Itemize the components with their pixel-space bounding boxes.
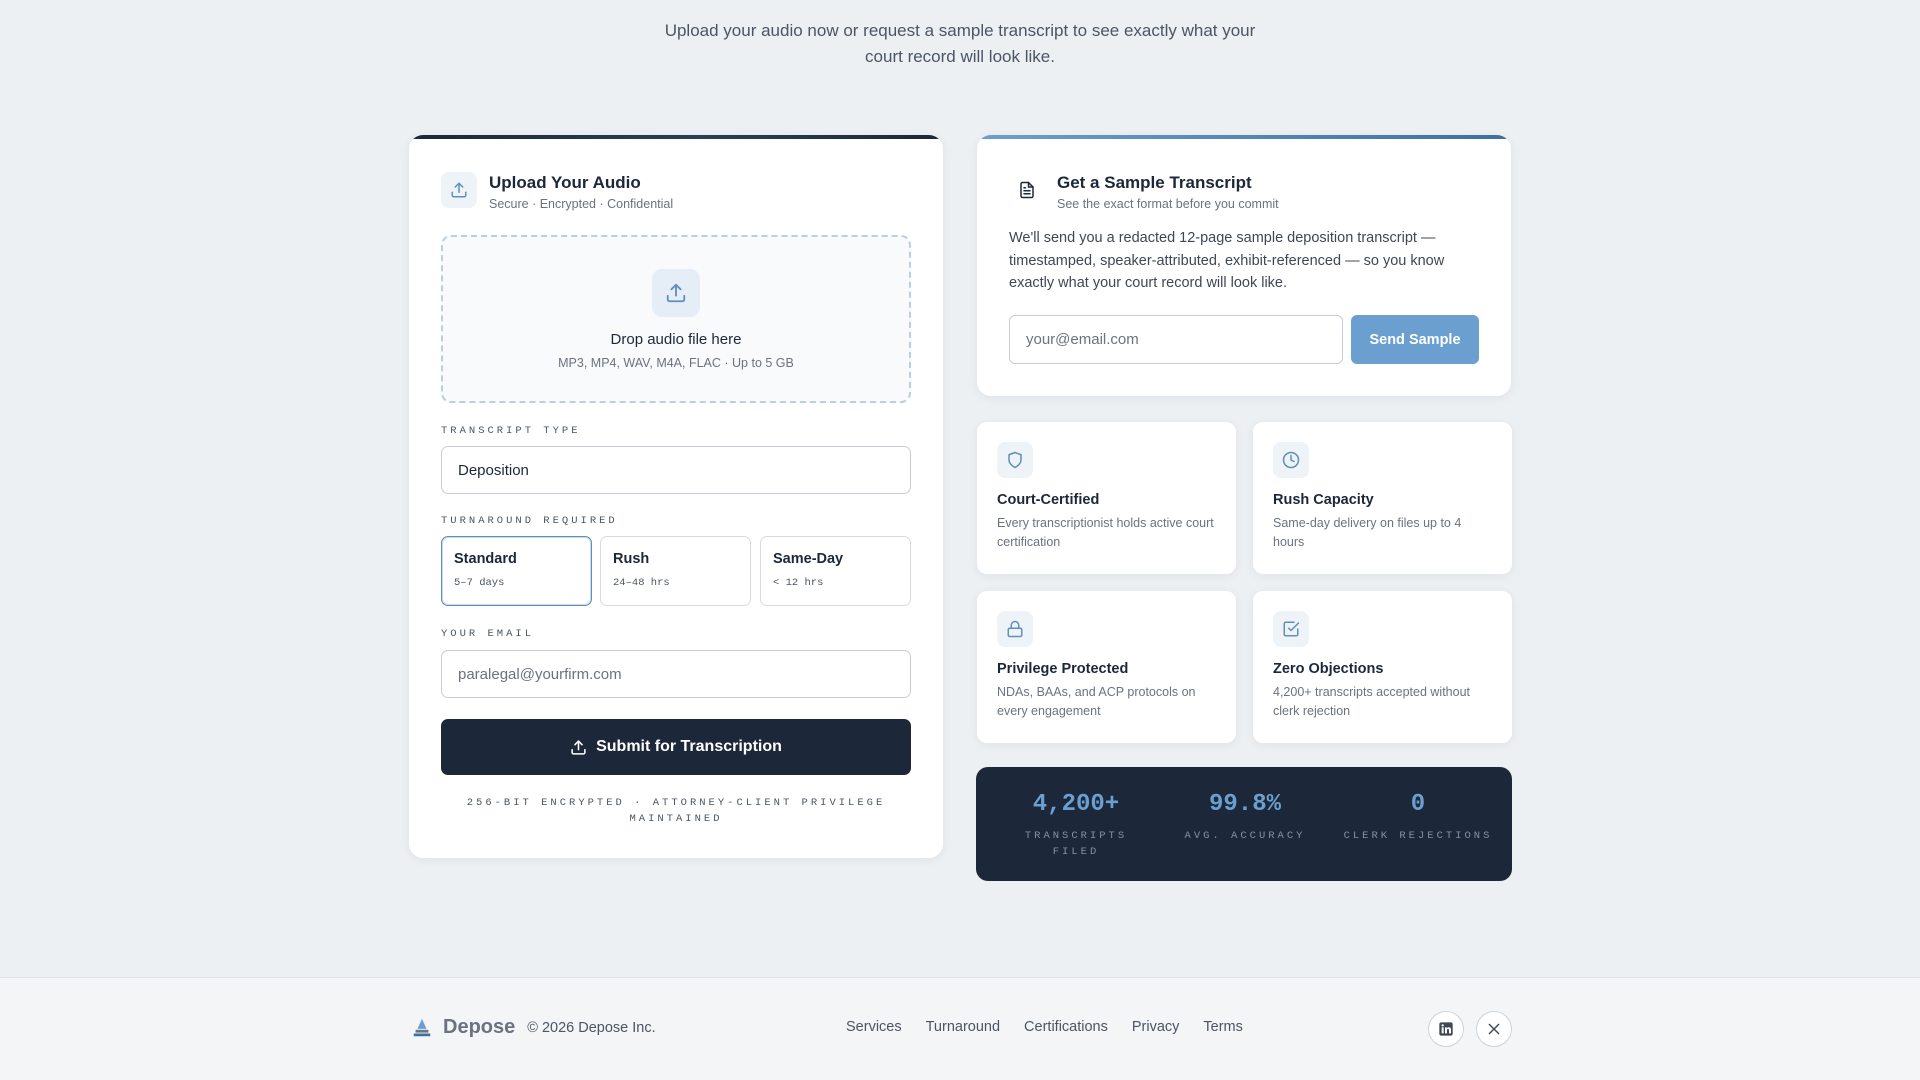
sample-subtitle: See the exact format before you commit	[1057, 197, 1279, 211]
stat-transcripts: 4,200+ TRANSCRIPTS FILED	[1001, 791, 1151, 860]
upload-header: Upload Your Audio Secure · Encrypted · C…	[441, 172, 673, 211]
security-note: 256-BIT ENCRYPTED · ATTORNEY-CLIENT PRIV…	[466, 797, 886, 825]
stat-label: CLERK REJECTIONS	[1343, 830, 1493, 842]
audio-dropzone[interactable]: Drop audio file here MP3, MP4, WAV, M4A,…	[441, 235, 911, 403]
submit-label: Submit for Transcription	[596, 738, 782, 755]
site-footer: Depose © 2026 Depose Inc. Services Turna…	[0, 977, 1920, 1080]
check-square-icon	[1273, 611, 1309, 647]
footer-nav: Services Turnaround Certifications Priva…	[846, 1019, 1267, 1035]
feature-title: Rush Capacity	[1273, 492, 1374, 508]
intro-line-2: court record will look like.	[865, 47, 1055, 66]
stat-value: 99.8%	[1208, 791, 1281, 818]
stat-label: TRANSCRIPTS FILED	[1024, 830, 1128, 858]
turnaround-option-same-day[interactable]: Same-Day < 12 hrs	[760, 536, 911, 606]
clock-icon	[1273, 442, 1309, 478]
transcript-type-select[interactable]: Deposition	[441, 446, 911, 494]
stat-accuracy: 99.8% AVG. ACCURACY	[1160, 791, 1330, 844]
document-icon	[1009, 172, 1045, 208]
turnaround-time: 24–48 hrs	[613, 577, 670, 589]
feature-description: Same-day delivery on files up to 4 hours	[1273, 516, 1462, 549]
submit-button[interactable]: Submit for Transcription	[441, 719, 911, 775]
stats-banner: 4,200+ TRANSCRIPTS FILED 99.8% AVG. ACCU…	[976, 767, 1512, 881]
stat-rejections: 0 CLERK REJECTIONS	[1328, 791, 1508, 844]
dropzone-formats: MP3, MP4, WAV, M4A, FLAC · Up to 5 GB	[558, 356, 794, 370]
copyright: © 2026 Depose Inc.	[527, 1019, 656, 1036]
upload-title: Upload Your Audio	[489, 173, 641, 192]
linkedin-icon[interactable]	[1428, 1011, 1464, 1047]
feature-card: Court-Certified Every transcriptionist h…	[977, 422, 1236, 574]
depose-logo-icon	[413, 1018, 431, 1036]
stat-value: 4,200+	[1032, 791, 1120, 818]
feature-description: 4,200+ transcripts accepted without cler…	[1273, 685, 1470, 718]
turnaround-label: TURNAROUND REQUIRED	[441, 515, 618, 527]
feature-card: Rush Capacity Same-day delivery on files…	[1253, 422, 1512, 574]
footer-link-services[interactable]: Services	[846, 1019, 902, 1035]
turnaround-time: < 12 hrs	[773, 577, 824, 589]
shield-icon	[997, 442, 1033, 478]
feature-title: Privilege Protected	[997, 661, 1129, 677]
turnaround-name: Same-Day	[773, 551, 844, 567]
send-sample-button[interactable]: Send Sample	[1351, 315, 1479, 364]
dropzone-title: Drop audio file here	[610, 331, 742, 348]
upload-subtitle: Secure · Encrypted · Confidential	[489, 197, 674, 211]
footer-brand[interactable]: Depose © 2026 Depose Inc.	[411, 1016, 656, 1039]
transcript-type-label: TRANSCRIPT TYPE	[441, 425, 581, 437]
footer-link-turnaround[interactable]: Turnaround	[926, 1019, 1000, 1035]
feature-title: Zero Objections	[1273, 661, 1384, 677]
sample-card: Get a Sample Transcript See the exact fo…	[977, 135, 1511, 396]
upload-card: Upload Your Audio Secure · Encrypted · C…	[409, 135, 943, 858]
email-label: YOUR EMAIL	[441, 628, 535, 640]
upload-icon	[441, 172, 477, 208]
footer-link-privacy[interactable]: Privacy	[1132, 1019, 1180, 1035]
upload-icon	[652, 269, 700, 317]
footer-link-certifications[interactable]: Certifications	[1024, 1019, 1108, 1035]
sample-description: We'll send you a redacted 12-page sample…	[1009, 230, 1445, 291]
footer-link-terms[interactable]: Terms	[1203, 1019, 1242, 1035]
intro-line-1: Upload your audio now or request a sampl…	[664, 21, 1256, 40]
feature-card: Privilege Protected NDAs, BAAs, and ACP …	[977, 591, 1236, 743]
turnaround-option-rush[interactable]: Rush 24–48 hrs	[600, 536, 751, 606]
lock-icon	[997, 611, 1033, 647]
stat-value: 0	[1410, 791, 1426, 818]
x-icon[interactable]	[1476, 1011, 1512, 1047]
stat-label: AVG. ACCURACY	[1184, 830, 1306, 842]
sample-title: Get a Sample Transcript	[1057, 173, 1252, 192]
email-field[interactable]: paralegal@yourfirm.com	[441, 650, 911, 698]
brand-name: Depose	[443, 1016, 516, 1038]
feature-title: Court-Certified	[997, 492, 1100, 508]
turnaround-time: 5–7 days	[454, 577, 505, 589]
upload-icon	[571, 739, 586, 755]
sample-header: Get a Sample Transcript See the exact fo…	[1009, 172, 1279, 211]
turnaround-name: Standard	[454, 551, 517, 567]
feature-card: Zero Objections 4,200+ transcripts accep…	[1253, 591, 1512, 743]
turnaround-name: Rush	[613, 551, 650, 567]
turnaround-option-standard[interactable]: Standard 5–7 days	[441, 536, 592, 606]
intro-text: Upload your audio now or request a sampl…	[0, 18, 1920, 70]
sample-email-input[interactable]: your@email.com	[1009, 315, 1343, 364]
feature-description: Every transcriptionist holds active cour…	[997, 516, 1214, 549]
feature-description: NDAs, BAAs, and ACP protocols on every e…	[997, 685, 1196, 718]
